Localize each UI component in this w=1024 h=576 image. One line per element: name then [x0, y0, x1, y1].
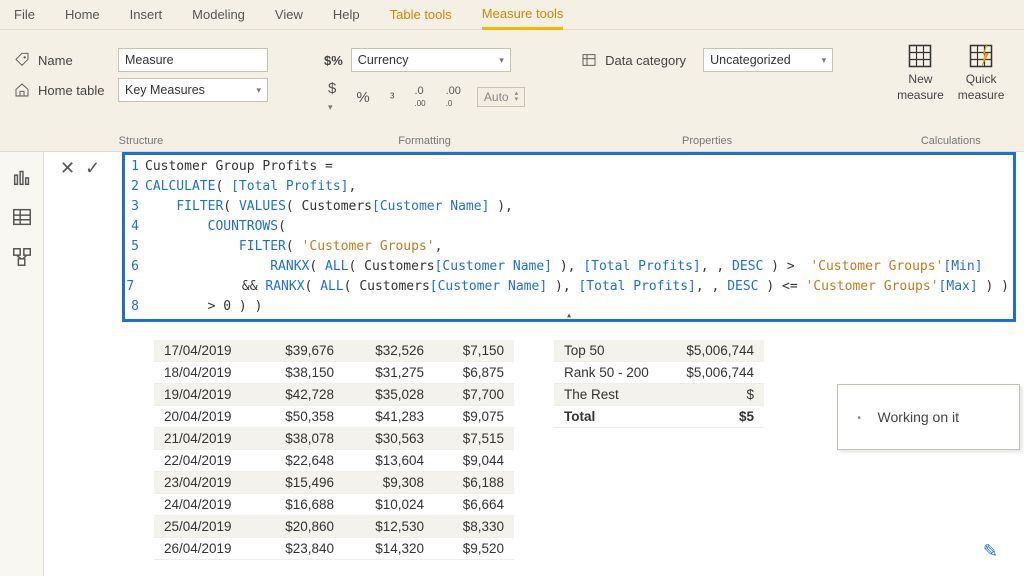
- data-category-label: Data category: [605, 53, 695, 68]
- ribbon-group-title-properties: Properties: [577, 135, 837, 151]
- table-row[interactable]: 17/04/2019$39,676$32,526$7,150: [154, 340, 514, 362]
- chevron-down-icon: ▾: [499, 55, 504, 66]
- table-row[interactable]: 18/04/2019$38,150$31,275$6,875: [154, 362, 514, 384]
- ribbon-group-title-structure: Structure: [10, 135, 272, 151]
- ribbon-tabs: File Home Insert Modeling View Help Tabl…: [0, 0, 1024, 30]
- ribbon-group-calculations: New measure Quick measure Calculations: [885, 38, 1016, 151]
- format-select[interactable]: Currency▾: [351, 48, 511, 72]
- table-row[interactable]: Top 50$5,006,744: [554, 340, 764, 362]
- work-surface: ✕ ✓ 1Customer Group Profits =2CALCULATE(…: [44, 152, 1024, 576]
- report-view-icon[interactable]: [11, 166, 33, 188]
- tab-table-tools[interactable]: Table tools: [390, 1, 452, 28]
- model-view-icon[interactable]: [11, 246, 33, 268]
- tab-modeling[interactable]: Modeling: [192, 1, 245, 28]
- table-row[interactable]: 22/04/2019$22,648$13,604$9,044: [154, 450, 514, 472]
- tab-insert[interactable]: Insert: [130, 1, 163, 28]
- formula-bar[interactable]: 1Customer Group Profits =2CALCULATE( [To…: [122, 152, 1016, 322]
- quick-measure-button[interactable]: Quick measure: [958, 42, 1005, 102]
- home-table-select[interactable]: Key Measures▾: [118, 78, 268, 102]
- table-row[interactable]: Total$5: [554, 406, 764, 428]
- tab-measure-tools[interactable]: Measure tools: [482, 0, 564, 30]
- format-prefix-label: $%: [324, 53, 343, 68]
- category-icon: [581, 52, 597, 68]
- thousands-button[interactable]: ᵌ: [386, 87, 399, 108]
- data-view-icon[interactable]: [11, 206, 33, 228]
- chevron-down-icon: ▾: [256, 85, 261, 96]
- name-input[interactable]: Measure: [118, 48, 268, 72]
- percent-button[interactable]: %: [352, 87, 373, 108]
- cancel-formula-icon[interactable]: ✕: [60, 158, 75, 179]
- name-label: Name: [38, 53, 110, 68]
- table-row[interactable]: 19/04/2019$42,728$35,028$7,700: [154, 384, 514, 406]
- ribbon-group-formatting: $% Currency▾ $ ▾ % ᵌ .0.00 .00.0 Auto ▴▾…: [320, 38, 529, 151]
- data-grid-left[interactable]: 17/04/2019$39,676$32,526$7,15018/04/2019…: [154, 340, 514, 560]
- table-row[interactable]: The Rest$: [554, 384, 764, 406]
- tab-help[interactable]: Help: [333, 1, 360, 28]
- decimal-increment-button[interactable]: .00.0: [442, 83, 465, 111]
- ribbon-content: Name Measure Home table Key Measures▾ St…: [0, 30, 1024, 152]
- table-row[interactable]: 25/04/2019$20,860$12,530$8,330: [154, 516, 514, 538]
- table-row[interactable]: Rank 50 - 200$5,006,744: [554, 362, 764, 384]
- ribbon-group-properties: Data category Uncategorized▾ Properties: [577, 38, 837, 151]
- commit-formula-icon[interactable]: ✓: [85, 158, 100, 179]
- data-grid-right[interactable]: Top 50$5,006,744Rank 50 - 200$5,006,744T…: [554, 340, 764, 428]
- new-measure-button[interactable]: New measure: [897, 42, 944, 102]
- view-rail: [0, 152, 44, 576]
- table-row[interactable]: 24/04/2019$16,688$10,024$6,664: [154, 494, 514, 516]
- resize-handle-icon[interactable]: ▴: [566, 312, 572, 320]
- table-row[interactable]: 23/04/2019$15,496$9,308$6,188: [154, 472, 514, 494]
- signature-icon: ✎: [983, 541, 998, 562]
- ribbon-group-title-calculations: Calculations: [885, 135, 1016, 151]
- home-table-label: Home table: [38, 83, 110, 98]
- data-category-select[interactable]: Uncategorized▾: [703, 48, 833, 72]
- tab-home[interactable]: Home: [65, 1, 100, 28]
- home-icon: [14, 82, 30, 98]
- decimal-decrement-button[interactable]: .0.00: [410, 83, 429, 111]
- tag-icon: [14, 52, 30, 68]
- tab-file[interactable]: File: [14, 1, 35, 28]
- currency-button[interactable]: $ ▾: [324, 78, 340, 116]
- table-row[interactable]: 26/04/2019$23,840$14,320$9,520: [154, 538, 514, 560]
- ribbon-group-title-formatting: Formatting: [320, 135, 529, 151]
- tab-view[interactable]: View: [275, 1, 303, 28]
- table-row[interactable]: 20/04/2019$50,358$41,283$9,075: [154, 406, 514, 428]
- chevron-down-icon: ▾: [822, 55, 827, 66]
- decimal-places-stepper[interactable]: Auto ▴▾: [477, 87, 525, 107]
- status-tooltip: Working on it: [837, 384, 1020, 450]
- ribbon-group-structure: Name Measure Home table Key Measures▾ St…: [10, 38, 272, 151]
- table-row[interactable]: 21/04/2019$38,078$30,563$7,515: [154, 428, 514, 450]
